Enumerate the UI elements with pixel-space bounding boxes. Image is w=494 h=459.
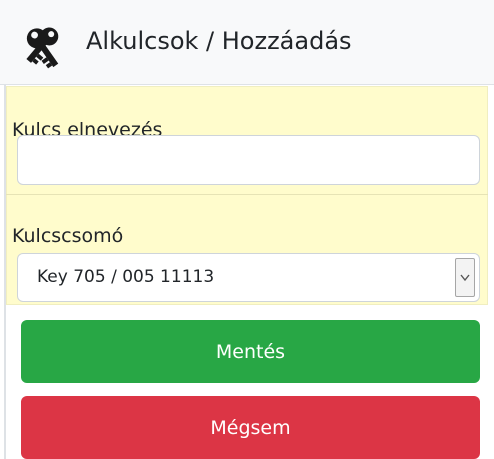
key-name-input[interactable] (17, 135, 480, 185)
keyring-label: Kulcscsomó (12, 225, 124, 247)
page-header: Alkulcsok / Hozzáadás (0, 0, 494, 85)
save-button[interactable]: Mentés (21, 320, 480, 383)
page-title: Alkulcsok / Hozzáadás (86, 27, 352, 55)
select-toggle[interactable] (455, 258, 475, 297)
keyring-select[interactable]: Key 705 / 005 11113 (17, 253, 480, 302)
cancel-button[interactable]: Mégsem (21, 396, 480, 459)
chevron-down-icon (460, 274, 470, 282)
keys-icon (26, 27, 59, 69)
keyring-selected-value: Key 705 / 005 11113 (37, 267, 215, 287)
form-divider (6, 194, 488, 195)
